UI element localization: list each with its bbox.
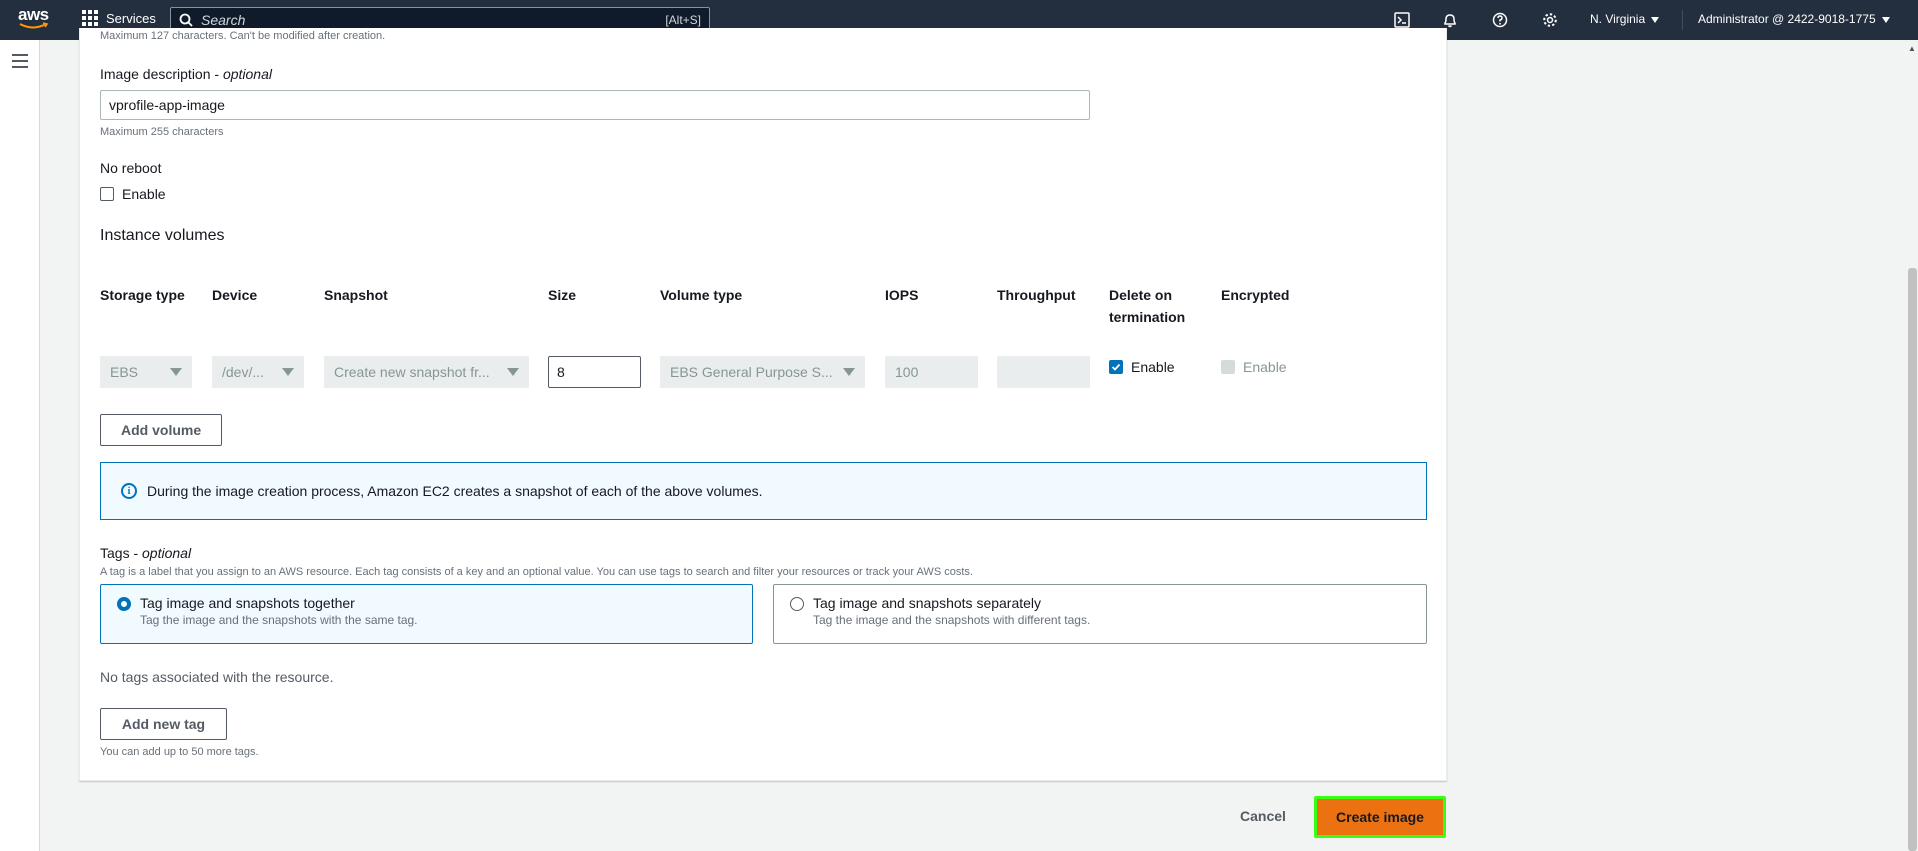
image-description-hint: Maximum 255 characters bbox=[100, 126, 224, 138]
col-iops: IOPS bbox=[885, 287, 919, 303]
volume-type-value: EBS General Purpose S... bbox=[670, 364, 833, 380]
tag-together-title: Tag image and snapshots together bbox=[140, 595, 355, 611]
region-selector[interactable]: N. Virginia bbox=[1590, 12, 1660, 26]
snapshot-select: Create new snapshot fr... bbox=[324, 356, 529, 388]
tags-label-text: Tags - bbox=[100, 545, 143, 561]
tag-separately-option[interactable]: Tag image and snapshots separately Tag t… bbox=[773, 584, 1427, 644]
storage-type-value: EBS bbox=[110, 364, 139, 380]
no-reboot-checkbox-row[interactable]: Enable bbox=[100, 186, 166, 202]
caret-down-icon bbox=[1651, 16, 1660, 23]
nav-divider bbox=[1682, 10, 1683, 30]
create-image-button[interactable]: Create image bbox=[1314, 796, 1446, 838]
tags-limit-hint: You can add up to 50 more tags. bbox=[100, 746, 259, 758]
device-select: /dev/... bbox=[212, 356, 304, 388]
encrypted-row: Enable bbox=[1221, 359, 1287, 375]
info-icon: i bbox=[121, 483, 137, 499]
search-input[interactable] bbox=[193, 12, 666, 28]
delete-on-termination-checkbox[interactable] bbox=[1109, 360, 1123, 374]
tags-label: Tags - optional bbox=[100, 545, 191, 561]
tag-together-radio[interactable] bbox=[117, 597, 131, 611]
check-icon bbox=[1111, 363, 1121, 371]
caret-down-icon bbox=[507, 368, 519, 376]
menu-icon[interactable] bbox=[12, 54, 28, 72]
encrypted-label: Enable bbox=[1243, 359, 1287, 375]
cloudshell-icon[interactable] bbox=[1392, 10, 1412, 30]
aws-logo[interactable]: aws bbox=[18, 5, 50, 32]
volume-type-select: EBS General Purpose S... bbox=[660, 356, 865, 388]
col-volume-type: Volume type bbox=[660, 287, 743, 303]
help-icon[interactable] bbox=[1490, 10, 1510, 30]
col-throughput: Throughput bbox=[997, 287, 1076, 303]
col-device: Device bbox=[212, 287, 258, 303]
image-description-label-text: Image description - bbox=[100, 66, 223, 82]
col-snapshot: Snapshot bbox=[324, 287, 388, 303]
services-menu-button[interactable]: Services bbox=[82, 10, 156, 26]
grid-icon bbox=[82, 10, 98, 26]
cancel-button[interactable]: Cancel bbox=[1228, 804, 1298, 828]
device-value: /dev/... bbox=[222, 364, 265, 380]
search-shortcut-hint: [Alt+S] bbox=[665, 13, 701, 27]
throughput-input bbox=[997, 356, 1090, 388]
search-icon bbox=[179, 13, 193, 27]
left-rail bbox=[0, 40, 40, 851]
tag-together-option[interactable]: Tag image and snapshots together Tag the… bbox=[100, 584, 753, 644]
image-name-hint: Maximum 127 characters. Can't be modifie… bbox=[100, 30, 386, 42]
caret-down-icon bbox=[1881, 16, 1890, 23]
info-alert-text: During the image creation process, Amazo… bbox=[147, 483, 763, 499]
account-label: Administrator @ 2422-9018-1775 bbox=[1698, 12, 1876, 26]
image-description-label: Image description - optional bbox=[100, 66, 272, 82]
aws-logo-text: aws bbox=[18, 5, 49, 24]
optional-label: optional bbox=[222, 66, 272, 82]
tag-separately-title: Tag image and snapshots separately bbox=[813, 595, 1042, 611]
delete-on-termination-label: Enable bbox=[1131, 359, 1175, 375]
caret-down-icon bbox=[843, 368, 855, 376]
add-new-tag-button[interactable]: Add new tag bbox=[100, 708, 227, 740]
no-reboot-checkbox[interactable] bbox=[100, 187, 114, 201]
size-input[interactable] bbox=[548, 356, 641, 388]
col-delete-on-termination: Delete on termination bbox=[1109, 287, 1186, 325]
scrollbar-thumb[interactable] bbox=[1908, 268, 1917, 851]
account-menu[interactable]: Administrator @ 2422-9018-1775 bbox=[1698, 12, 1890, 26]
col-encrypted: Encrypted bbox=[1221, 287, 1290, 303]
snapshot-value: Create new snapshot fr... bbox=[334, 364, 490, 380]
services-label: Services bbox=[106, 10, 156, 26]
delete-on-termination-row[interactable]: Enable bbox=[1109, 359, 1175, 375]
caret-down-icon bbox=[282, 368, 294, 376]
instance-volumes-title: Instance volumes bbox=[100, 227, 225, 244]
caret-down-icon bbox=[170, 368, 182, 376]
storage-type-select: EBS bbox=[100, 356, 192, 388]
tags-description: A tag is a label that you assign to an A… bbox=[100, 566, 973, 578]
col-size: Size bbox=[548, 287, 577, 303]
region-label: N. Virginia bbox=[1590, 12, 1646, 26]
scroll-up-arrow-icon[interactable]: ▲ bbox=[1906, 44, 1918, 54]
no-tags-text: No tags associated with the resource. bbox=[100, 669, 334, 685]
encrypted-checkbox bbox=[1221, 360, 1235, 374]
info-alert: i During the image creation process, Ama… bbox=[100, 462, 1427, 520]
tags-optional-label: optional bbox=[142, 545, 192, 561]
tag-separately-description: Tag the image and the snapshots with dif… bbox=[813, 613, 1091, 627]
tag-separately-radio[interactable] bbox=[790, 597, 804, 611]
image-description-input[interactable] bbox=[100, 90, 1090, 120]
bell-icon[interactable] bbox=[1440, 10, 1460, 30]
gear-icon[interactable] bbox=[1540, 10, 1560, 30]
col-storage-type: Storage type bbox=[100, 287, 185, 303]
iops-input: 100 bbox=[885, 356, 978, 388]
iops-value: 100 bbox=[895, 364, 919, 380]
aws-smile-icon bbox=[19, 22, 49, 29]
add-volume-button[interactable]: Add volume bbox=[100, 414, 223, 446]
no-reboot-label: No reboot bbox=[100, 160, 162, 176]
no-reboot-enable-label: Enable bbox=[122, 186, 166, 202]
tag-together-description: Tag the image and the snapshots with the… bbox=[140, 613, 418, 627]
